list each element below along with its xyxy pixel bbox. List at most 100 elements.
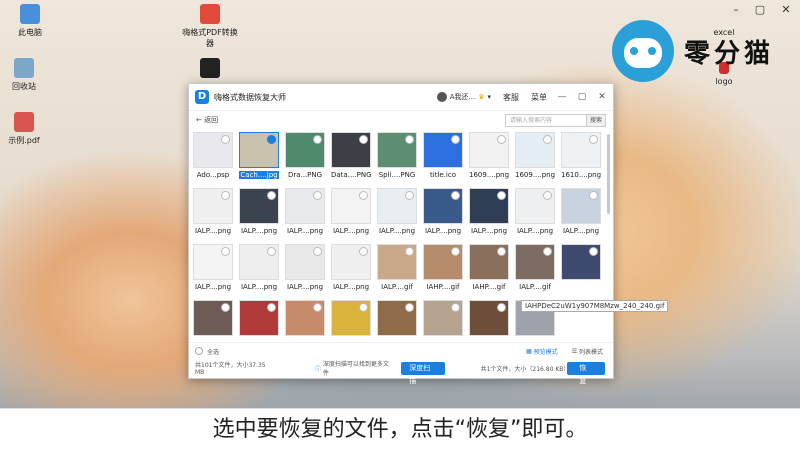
app-close-button[interactable]: ✕ [597, 92, 607, 102]
list-view-icon[interactable]: ☰ [572, 348, 579, 355]
search-button[interactable]: 搜索 [587, 113, 606, 127]
file-tile[interactable]: IALP....gif [377, 244, 417, 294]
file-checkbox[interactable] [221, 191, 230, 200]
file-checkbox[interactable] [221, 303, 230, 312]
file-tile[interactable]: IAHP....gif [469, 244, 509, 294]
file-tile[interactable]: Data....PNG [331, 132, 372, 182]
desktop-icon-pdf-converter[interactable]: 嗨格式PDF转换器 [180, 4, 240, 49]
file-tile[interactable] [561, 244, 601, 294]
file-tile[interactable]: Ado...psp [193, 132, 233, 182]
file-tile[interactable]: IALP....png [193, 188, 233, 238]
file-checkbox[interactable] [543, 247, 552, 256]
file-checkbox[interactable] [589, 247, 598, 256]
preview-mode-tab[interactable]: 预览模式 [534, 347, 558, 356]
file-checkbox[interactable] [405, 191, 414, 200]
file-tile[interactable]: IALP....png [239, 244, 279, 294]
window-close-button[interactable]: ✕ [766, 0, 800, 20]
file-tile[interactable] [423, 300, 463, 344]
file-checkbox[interactable] [405, 303, 414, 312]
back-button[interactable]: 返回 [204, 115, 218, 125]
file-tile[interactable]: IALP....png [423, 188, 463, 238]
file-checkbox[interactable] [451, 135, 460, 144]
file-checkbox[interactable] [405, 135, 414, 144]
file-tile[interactable]: IALP....png [515, 188, 555, 238]
select-all-checkbox[interactable] [195, 347, 203, 355]
desktop-icon-this-pc[interactable]: 此电脑 [0, 4, 60, 38]
scrollbar[interactable] [607, 134, 610, 214]
file-tile[interactable]: 1609....png [515, 132, 555, 182]
file-checkbox[interactable] [221, 135, 230, 144]
file-name: IALP....png [194, 283, 232, 291]
file-checkbox[interactable] [359, 191, 368, 200]
file-name: IAHP....gif [472, 283, 506, 291]
file-tile[interactable]: 1609....png [469, 132, 509, 182]
file-tile[interactable] [331, 300, 371, 344]
file-thumbnail [423, 188, 463, 224]
file-tile[interactable] [239, 300, 279, 344]
file-tile[interactable]: IAHP....gif [423, 244, 463, 294]
file-checkbox[interactable] [313, 191, 322, 200]
file-thumbnail [423, 244, 463, 280]
file-tile[interactable]: Spli....PNG [377, 132, 417, 182]
file-checkbox[interactable] [451, 191, 460, 200]
file-checkbox[interactable] [497, 135, 506, 144]
user-account[interactable]: A我还... ♛ ▾ [436, 92, 491, 102]
app-maximize-button[interactable]: ▢ [577, 92, 587, 102]
file-tile[interactable]: IALP....png [377, 188, 417, 238]
search-input[interactable]: 请输入搜索内容 [505, 113, 587, 127]
file-tile[interactable]: IALP....png [239, 188, 279, 238]
file-tile[interactable]: IALP....png [285, 188, 325, 238]
desktop-icon-app[interactable] [180, 58, 240, 81]
file-checkbox[interactable] [497, 191, 506, 200]
deep-scan-button[interactable]: 深度扫描 [401, 361, 445, 385]
file-checkbox[interactable] [589, 135, 598, 144]
file-checkbox[interactable] [451, 303, 460, 312]
file-tile[interactable] [377, 300, 417, 344]
file-checkbox[interactable] [359, 247, 368, 256]
file-checkbox[interactable] [359, 135, 368, 144]
file-tile[interactable]: IALP....png [285, 244, 325, 294]
file-tile[interactable]: IALP....gif [515, 244, 555, 294]
file-checkbox[interactable] [221, 247, 230, 256]
file-checkbox[interactable] [313, 303, 322, 312]
file-thumbnail [423, 132, 463, 168]
file-checkbox[interactable] [267, 135, 276, 144]
file-checkbox[interactable] [405, 247, 414, 256]
file-checkbox[interactable] [497, 303, 506, 312]
file-checkbox[interactable] [313, 135, 322, 144]
app-minimize-button[interactable]: — [557, 92, 567, 102]
file-checkbox[interactable] [543, 191, 552, 200]
file-tile[interactable] [285, 300, 325, 344]
desktop-icon-recycle-bin[interactable]: 回收站 [0, 58, 54, 92]
file-thumbnail [469, 188, 509, 224]
service-button[interactable]: 客服 [503, 92, 519, 103]
file-tile[interactable]: IALP....png [469, 188, 509, 238]
list-mode-tab[interactable]: 列表模式 [579, 347, 603, 356]
pdf-file-icon [14, 112, 34, 132]
menu-button[interactable]: 菜单 [531, 92, 547, 103]
file-tile[interactable]: Cach....jpg [239, 132, 279, 182]
file-checkbox[interactable] [313, 247, 322, 256]
back-arrow-icon[interactable]: ← [196, 116, 204, 124]
file-checkbox[interactable] [267, 247, 276, 256]
file-checkbox[interactable] [267, 191, 276, 200]
file-checkbox[interactable] [589, 191, 598, 200]
file-checkbox[interactable] [359, 303, 368, 312]
grid-view-icon[interactable]: ▦ [526, 348, 534, 355]
file-checkbox[interactable] [497, 247, 506, 256]
file-tile[interactable]: 1610....png [561, 132, 601, 182]
file-tile[interactable]: IALP....png [561, 188, 601, 238]
desktop-icon-label: 回收站 [12, 82, 36, 91]
file-tile[interactable]: title.ico [423, 132, 463, 182]
file-tile[interactable] [193, 300, 233, 344]
file-tile[interactable]: IALP....png [331, 244, 371, 294]
file-tile[interactable]: IALP....png [331, 188, 371, 238]
file-tile[interactable]: Dra...PNG [285, 132, 325, 182]
recover-button[interactable]: 恢复 [567, 361, 605, 385]
file-tile[interactable] [469, 300, 509, 344]
file-checkbox[interactable] [451, 247, 460, 256]
file-checkbox[interactable] [267, 303, 276, 312]
desktop-icon-pdf[interactable]: 示例.pdf [0, 112, 54, 146]
file-checkbox[interactable] [543, 135, 552, 144]
file-tile[interactable]: IALP....png [193, 244, 233, 294]
